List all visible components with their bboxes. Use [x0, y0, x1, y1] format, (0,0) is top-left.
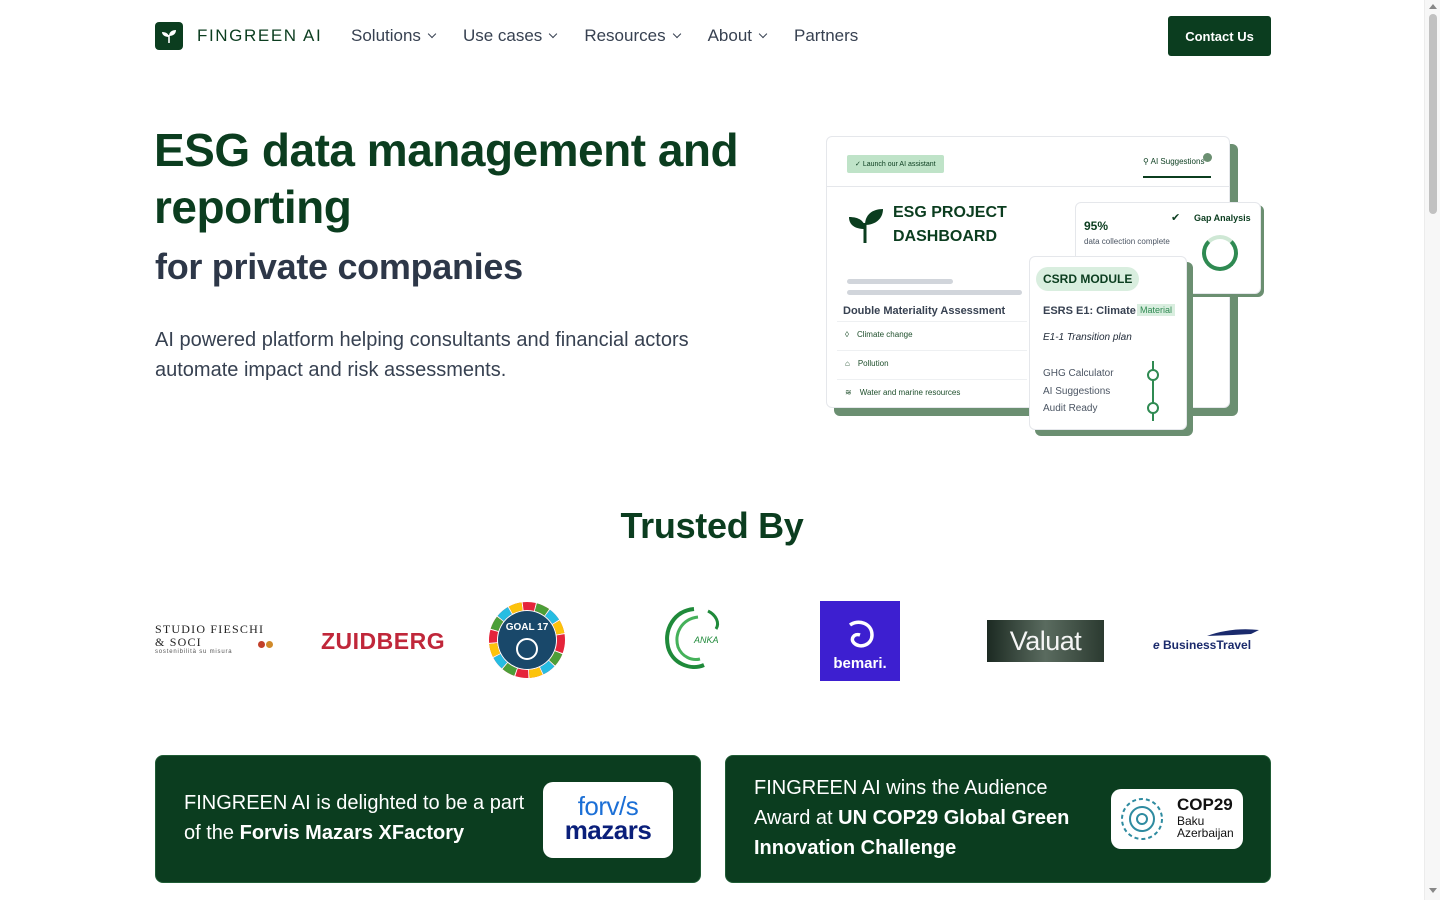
menu-item-about[interactable]: About	[707, 26, 768, 46]
slider-knob	[1147, 402, 1159, 414]
material-badge: Material	[1137, 304, 1176, 316]
goal17-logo: GOAL 17	[488, 601, 566, 679]
menu-item-resources[interactable]: Resources	[584, 26, 681, 46]
cop29-badge: COP29 Baku Azerbaijan	[1111, 789, 1243, 849]
csrd-module-card: CSRD MODULE ESRS E1: Climate Material E1…	[1029, 256, 1187, 430]
news-highlight: Forvis Mazars XFactory	[239, 822, 465, 844]
trusted-by-title: Trusted By	[620, 505, 804, 546]
menu-item-solutions[interactable]: Solutions	[351, 26, 437, 46]
notification-dot	[1203, 153, 1212, 162]
csrd-pill: CSRD MODULE	[1036, 267, 1140, 291]
gap-percent: 95%	[1084, 219, 1109, 233]
progress-ring	[1202, 235, 1238, 271]
partner-logos-strip: STUDIO FIESCHI & SOCI sostenibilità su m…	[0, 600, 1424, 682]
e-icon: e	[1153, 638, 1160, 652]
badge-text: mazars	[564, 815, 652, 845]
dashboard-card-header: ✓ Launch our AI assistant ⚲ AI Suggestio…	[827, 137, 1229, 187]
logo-text: GOAL 17	[505, 622, 549, 633]
logo-text: BusinessTravel	[1163, 638, 1252, 652]
logo-text: bemari.	[833, 655, 887, 672]
sprout-icon	[155, 22, 183, 50]
main-menu: Solutions Use cases Resources About Part…	[351, 26, 858, 46]
dma-row-label: Pollution	[857, 359, 889, 368]
hero-description: AI powered platform helping consultants …	[155, 329, 689, 381]
brand-name: FINGREEN AI	[197, 26, 323, 45]
esrs-label: ESRS E1: Climate	[1043, 305, 1136, 317]
slider-knob	[1147, 369, 1159, 381]
anka-logo: ANKA	[658, 603, 730, 675]
gap-subtitle: data collection complete	[1084, 237, 1170, 246]
news-card-forvis[interactable]: FINGREEN AI is delighted to be a part of…	[155, 755, 701, 883]
feature-label: AI Suggestions	[1043, 386, 1111, 397]
brand-logo[interactable]: FINGREEN AI	[155, 22, 322, 50]
logo-text: & SOCI	[155, 635, 202, 649]
menu-item-partners[interactable]: Partners	[794, 26, 858, 46]
bemari-logo: bemari.	[820, 601, 900, 681]
check-icon: ✔	[1171, 212, 1181, 224]
contact-us-button[interactable]: Contact Us	[1168, 16, 1271, 56]
dma-row-label: Water and marine resources	[859, 388, 961, 397]
chevron-down-icon	[672, 29, 681, 39]
dma-row: ◊ Climate change	[837, 321, 1027, 347]
feature-label: GHG Calculator	[1043, 368, 1114, 379]
gap-title: Gap Analysis	[1194, 213, 1251, 223]
logo-dot	[258, 641, 265, 648]
project-title-line: ESG PROJECT	[893, 204, 1007, 221]
logo-dot	[266, 641, 273, 648]
dma-row-label: Climate change	[856, 330, 913, 339]
sprout-icon	[849, 209, 883, 243]
valuat-logo: Valuat	[987, 620, 1104, 662]
ebusiness-travel-logo: e BusinessTravel	[1153, 626, 1271, 656]
feature-label: Audit Ready	[1043, 403, 1098, 414]
water-icon: ≋	[845, 388, 852, 397]
transition-plan-label: E1-1 Transition plan	[1043, 332, 1132, 343]
placeholder-bar	[847, 279, 953, 284]
news-card-cop29[interactable]: FINGREEN AI wins the Audience Award at U…	[725, 755, 1271, 883]
launch-ai-assistant-chip: ✓ Launch our AI assistant	[847, 155, 944, 173]
menu-label: Use cases	[462, 26, 543, 45]
project-title: ESG PROJECT DASHBOARD	[893, 201, 1007, 249]
ai-suggestions-label: AI Suggestions	[1150, 157, 1205, 166]
menu-label: Resources	[584, 26, 666, 45]
logo-text: sostenibilità su misura	[155, 649, 233, 655]
cop29-emblem-icon	[1121, 798, 1163, 840]
badge-text: COP29	[1177, 795, 1233, 814]
ai-suggestions-tab: ⚲ AI Suggestions	[1143, 157, 1211, 178]
chevron-down-icon	[758, 29, 768, 39]
launch-label: Launch our AI assistant	[862, 161, 936, 168]
logo-text: Valuat	[1009, 625, 1082, 656]
menu-item-use-cases[interactable]: Use cases	[462, 26, 558, 46]
dma-title: Double Materiality Assessment	[843, 305, 1006, 317]
menu-label: Solutions	[351, 26, 421, 45]
top-nav: FINGREEN AI Solutions Use cases Resource…	[0, 0, 1424, 72]
page-scrollbar[interactable]	[1424, 0, 1440, 900]
dma-row: ⌂ Pollution	[837, 350, 1027, 376]
menu-label: About	[707, 26, 753, 45]
dashboard-illustration: ✓ Launch our AI assistant ⚲ AI Suggestio…	[820, 130, 1270, 440]
goal17-ring-icon	[489, 602, 565, 678]
chevron-down-icon	[427, 29, 437, 39]
hero-subtitle: for private companies	[155, 246, 523, 287]
scroll-up-icon[interactable]	[1429, 4, 1437, 9]
scroll-down-icon[interactable]	[1429, 888, 1437, 893]
factory-icon: ⌂	[845, 359, 850, 368]
menu-label: Partners	[794, 26, 859, 45]
news-text: FINGREEN AI wins the Audience Award at U…	[754, 773, 1104, 863]
scrollbar-thumb[interactable]	[1429, 14, 1437, 214]
dma-row: ≋ Water and marine resources	[837, 379, 1027, 405]
news-text: FINGREEN AI is delighted to be a part of…	[184, 788, 544, 848]
logo-text: ANKA	[694, 635, 719, 645]
hero-title: ESG data management and reporting	[154, 124, 739, 233]
placeholder-bar	[847, 290, 1022, 295]
badge-text: Azerbaijan	[1177, 826, 1234, 840]
drop-icon: ◊	[845, 330, 849, 339]
chevron-down-icon	[549, 29, 558, 39]
forvis-mazars-badge: forv/s mazars	[543, 782, 673, 858]
zuidberg-logo: ZUIDBERG	[321, 628, 446, 654]
project-title-line: DASHBOARD	[893, 228, 997, 245]
studio-fieschi-logo: STUDIO FIESCHI & SOCI sostenibilità su m…	[155, 623, 273, 655]
